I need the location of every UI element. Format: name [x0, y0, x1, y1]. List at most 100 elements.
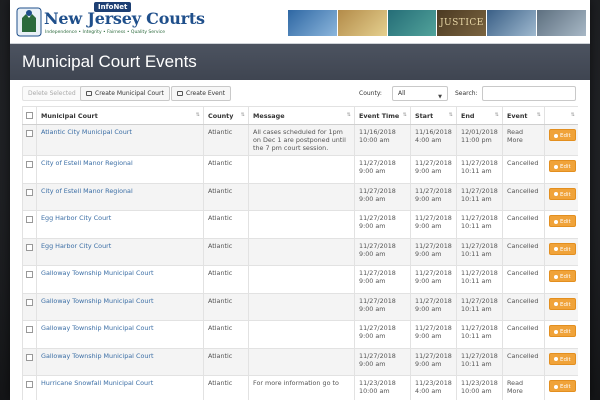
row-checkbox-cell — [22, 210, 37, 239]
cell-court[interactable]: Galloway Township Municipal Court — [36, 320, 204, 349]
sort-icon: ⇅ — [536, 112, 541, 118]
column-header-municipal-court[interactable]: Municipal Court ⇅ — [36, 106, 204, 125]
sort-icon: ⇅ — [346, 112, 351, 118]
table-row: Galloway Township Municipal Court Atlanti… — [22, 292, 578, 321]
cell-county: Atlantic — [203, 237, 249, 266]
edit-button[interactable]: Edit — [549, 325, 576, 337]
edit-button-label: Edit — [560, 246, 571, 253]
search-input[interactable] — [482, 86, 576, 101]
row-checkbox[interactable] — [26, 161, 33, 168]
cell-court[interactable]: Atlantic City Municipal Court — [36, 124, 204, 156]
row-checkbox[interactable] — [26, 381, 33, 388]
cell-message — [248, 155, 355, 184]
cell-start: 11/27/2018 9:00 am — [410, 265, 457, 294]
cell-court[interactable]: Egg Harbor City Court — [36, 210, 204, 239]
sort-icon: ⇅ — [195, 112, 200, 118]
county-filter-label: County: — [359, 90, 382, 97]
app-window: New Jersey Courts Independence • Integri… — [10, 0, 590, 400]
cell-court[interactable]: Hurricane Snowfall Municipal Court — [36, 375, 204, 400]
cell-message — [248, 292, 355, 321]
row-checkbox-cell — [22, 347, 37, 376]
cell-event: Read More — [502, 375, 545, 400]
county-filter-select[interactable]: All ▼ — [392, 86, 448, 101]
edit-icon — [554, 247, 558, 251]
cell-court[interactable]: Galloway Township Municipal Court — [36, 347, 204, 376]
cell-court[interactable]: Egg Harbor City Court — [36, 237, 204, 266]
edit-button-label: Edit — [560, 384, 571, 390]
row-checkbox-cell — [22, 182, 37, 211]
delete-selected-button[interactable]: Delete Selected — [22, 86, 82, 101]
cell-message — [248, 210, 355, 239]
sort-icon: ⇅ — [240, 112, 245, 118]
edit-button[interactable]: Edit — [549, 270, 576, 282]
row-checkbox-cell — [22, 155, 37, 184]
column-header-county[interactable]: County ⇅ — [203, 106, 249, 125]
column-header-start[interactable]: Start ⇅ — [410, 106, 457, 125]
edit-button[interactable]: Edit — [549, 187, 576, 200]
row-checkbox[interactable] — [26, 326, 33, 333]
cell-event: Cancelled — [502, 265, 545, 294]
row-checkbox[interactable] — [26, 271, 33, 278]
cell-court[interactable]: City of Estell Manor Regional — [36, 182, 204, 211]
create-event-button[interactable]: Create Event — [171, 86, 232, 101]
cell-end: 11/27/2018 10:11 am — [456, 292, 503, 321]
row-checkbox[interactable] — [26, 353, 33, 361]
row-checkbox-cell — [22, 375, 37, 400]
cell-start: 11/27/2018 9:00 am — [410, 292, 457, 321]
edit-button-label: Edit — [560, 133, 571, 139]
infonet-badge: InfoNet — [94, 2, 132, 12]
cell-county: Atlantic — [203, 124, 249, 156]
cell-county: Atlantic — [203, 320, 249, 349]
row-checkbox[interactable] — [26, 130, 33, 137]
cell-event-time: 11/27/2018 9:00 am — [354, 237, 411, 266]
row-checkbox[interactable] — [26, 243, 33, 251]
table-row: Hurricane Snowfall Municipal Court Atlant… — [22, 375, 578, 400]
edit-icon — [554, 384, 558, 389]
column-header-event-time[interactable]: Event Time ⇅ — [354, 106, 411, 125]
banner-image-justice: JUSTICE — [437, 10, 487, 36]
edit-icon — [554, 302, 558, 306]
cell-message — [248, 265, 355, 294]
row-checkbox[interactable] — [26, 216, 33, 223]
table-toolbar: Delete Selected Create Municipal Court C… — [10, 84, 590, 104]
column-header-message[interactable]: Message ⇅ — [248, 106, 355, 125]
cell-start: 11/23/2018 4:00 am — [410, 375, 457, 400]
row-checkbox-cell — [22, 292, 37, 321]
cell-county: Atlantic — [203, 292, 249, 321]
row-actions-cell: Edit — [544, 265, 578, 294]
cell-end: 11/27/2018 10:11 am — [456, 210, 503, 239]
row-checkbox-cell — [22, 265, 37, 294]
nj-courts-logo-icon — [16, 7, 42, 37]
table-body: Atlantic City Municipal Court Atlantic All… — [22, 124, 578, 400]
cell-county: Atlantic — [203, 347, 249, 376]
edit-button[interactable]: Edit — [549, 380, 576, 392]
cell-start: 11/27/2018 9:00 am — [410, 347, 457, 376]
row-checkbox[interactable] — [26, 298, 33, 306]
create-municipal-court-button[interactable]: Create Municipal Court — [80, 86, 170, 101]
cell-end: 11/27/2018 10:11 am — [456, 237, 503, 266]
cell-event: Cancelled — [502, 210, 545, 239]
cell-court[interactable]: City of Estell Manor Regional — [36, 155, 204, 184]
edit-icon — [554, 357, 558, 361]
row-checkbox[interactable] — [26, 188, 33, 196]
edit-icon — [554, 164, 558, 169]
edit-button[interactable]: Edit — [549, 129, 576, 141]
edit-button-label: Edit — [560, 164, 571, 170]
column-header-end[interactable]: End ⇅ — [456, 106, 503, 125]
edit-button-label: Edit — [560, 356, 571, 363]
edit-button[interactable]: Edit — [549, 352, 576, 365]
edit-button[interactable]: Edit — [549, 297, 576, 310]
cell-court[interactable]: Galloway Township Municipal Court — [36, 265, 204, 294]
column-header-event[interactable]: Event ⇅ — [502, 106, 545, 125]
table-row: Galloway Township Municipal Court Atlanti… — [22, 347, 578, 376]
cell-court[interactable]: Galloway Township Municipal Court — [36, 292, 204, 321]
edit-button[interactable]: Edit — [549, 160, 576, 172]
building-icon — [86, 91, 92, 96]
edit-button[interactable]: Edit — [549, 215, 576, 227]
table-row: Atlantic City Municipal Court Atlantic All… — [22, 124, 578, 156]
row-checkbox-cell — [22, 124, 37, 156]
edit-button[interactable]: Edit — [549, 242, 576, 255]
cell-county: Atlantic — [203, 265, 249, 294]
cell-message: For more information go to — [248, 375, 355, 400]
select-all-checkbox[interactable] — [26, 112, 33, 119]
